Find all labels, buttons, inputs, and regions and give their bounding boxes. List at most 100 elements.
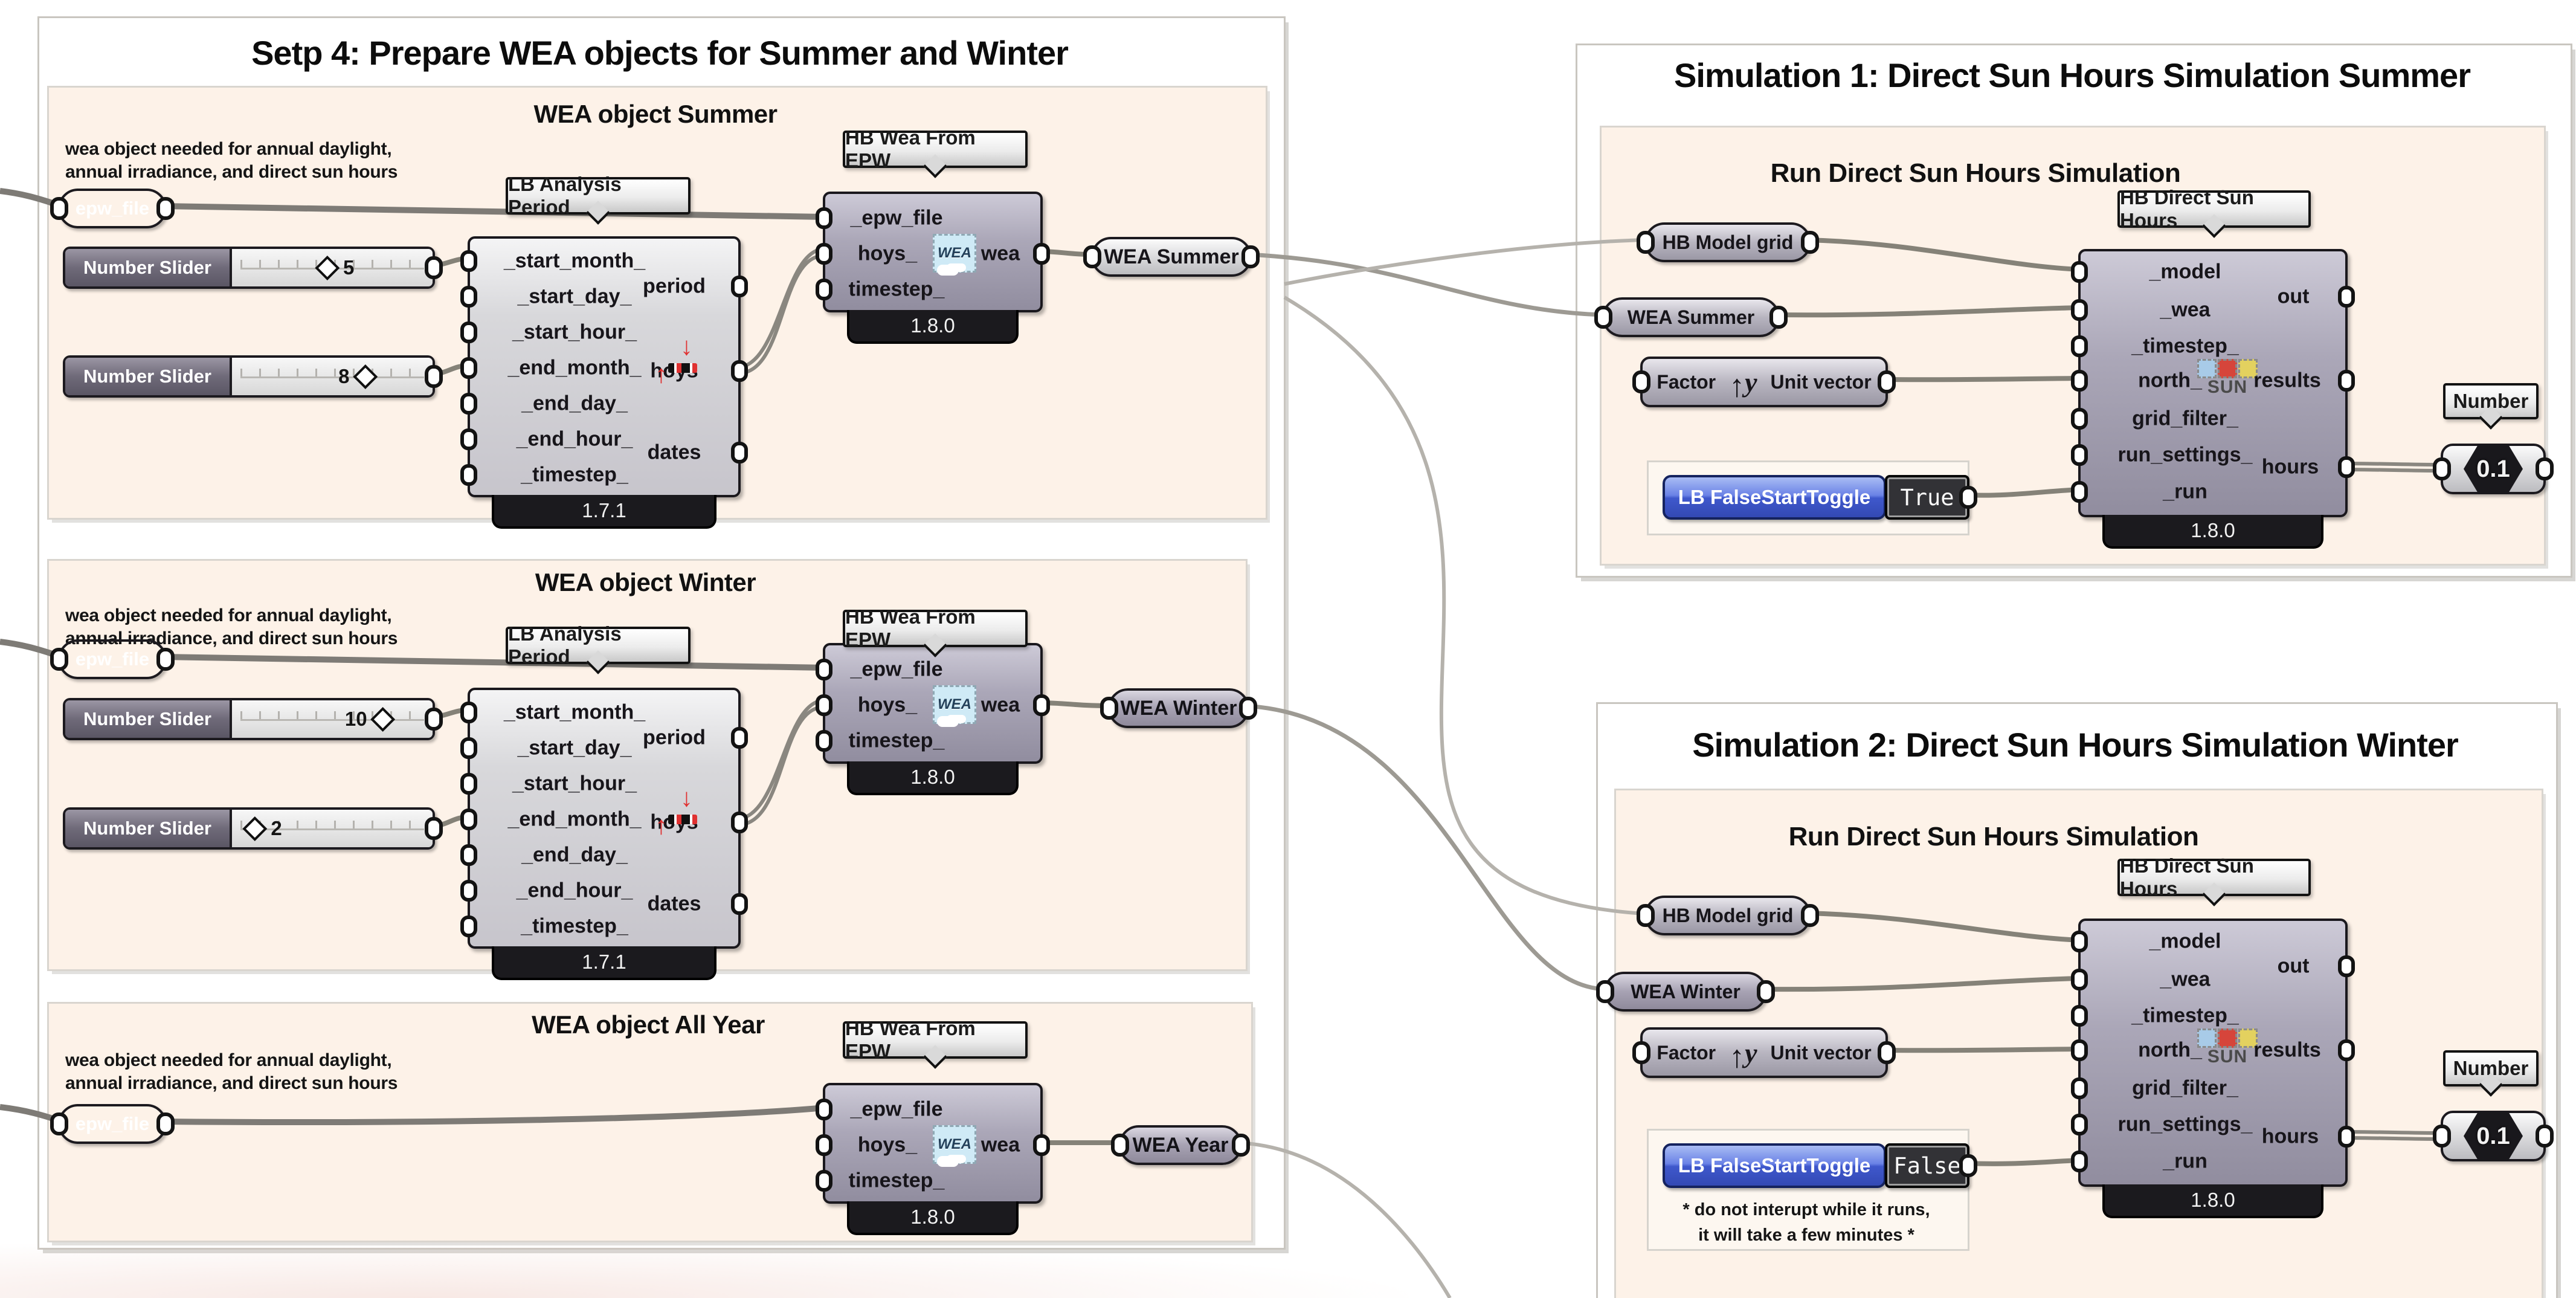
output-notch[interactable] [1959, 486, 1977, 509]
component-lb-analysis-period-summer[interactable]: _start_month_ _start_day_ _start_hour_ _… [460, 236, 748, 529]
slider-diamond[interactable] [314, 255, 340, 280]
port-end-hour[interactable] [460, 880, 477, 902]
toggle-falsestart-sim1[interactable]: LB FalseStartToggle [1663, 475, 1886, 520]
input-notch[interactable] [50, 197, 68, 220]
port-north[interactable] [2071, 1039, 2088, 1061]
slider-grip[interactable]: 2 [242, 816, 282, 841]
output-notch[interactable] [1878, 1041, 1896, 1064]
port-out[interactable] [2338, 286, 2355, 308]
port-results[interactable] [2338, 370, 2355, 392]
port-dates[interactable] [731, 893, 748, 915]
output-notch[interactable] [1959, 1154, 1977, 1177]
slider-track[interactable]: 2 [232, 810, 433, 847]
output-notch[interactable] [425, 817, 443, 840]
toggle-falsestart-sim2[interactable]: LB FalseStartToggle [1663, 1143, 1886, 1188]
param-epw-file-allyear[interactable]: epw_file [50, 1104, 175, 1144]
port-start-hour[interactable] [460, 773, 477, 795]
slider-summer-end-month[interactable]: Number Slider 8 [63, 355, 443, 398]
port-run-settings[interactable] [2071, 1114, 2088, 1135]
port-dates[interactable] [731, 442, 748, 463]
input-notch[interactable] [1637, 231, 1655, 254]
port-hoys[interactable] [816, 243, 832, 265]
param-wea-summer[interactable]: WEA Summer [1083, 237, 1260, 277]
component-hb-wea-from-epw-winter[interactable]: _epw_file hoys_ timestep_ WEA wea 1.8.0 [816, 643, 1050, 795]
port-timestep[interactable] [816, 1170, 832, 1192]
port-start-month[interactable] [460, 250, 477, 272]
port-hours[interactable] [2338, 456, 2355, 478]
input-notch[interactable] [1632, 370, 1650, 393]
output-notch[interactable] [1239, 697, 1257, 720]
output-notch[interactable] [1801, 904, 1819, 927]
slider-track[interactable]: 5 [232, 249, 433, 286]
port-end-day[interactable] [460, 844, 477, 866]
port-end-month[interactable] [460, 809, 477, 830]
slider-summer-start-month[interactable]: Number Slider 5 [63, 247, 443, 289]
component-unit-vector-sim2[interactable]: Factor ↑ y Unit vector [1632, 1027, 1896, 1078]
port-wea[interactable] [1033, 1134, 1050, 1156]
port-timestep[interactable] [460, 915, 477, 937]
param-hb-model-grid-sim1[interactable]: HB Model grid [1637, 222, 1819, 262]
port-timestep[interactable] [460, 464, 477, 486]
slider-grip[interactable]: 5 [314, 255, 354, 280]
slider-diamond[interactable] [370, 706, 396, 732]
port-run[interactable] [2071, 481, 2088, 503]
output-notch[interactable] [1769, 306, 1788, 329]
component-unit-vector-sim1[interactable]: Factor ↑ y Unit vector [1632, 357, 1896, 407]
param-wea-winter[interactable]: WEA Winter [1100, 688, 1257, 728]
param-epw-file-summer[interactable]: epw_file [50, 189, 175, 228]
port-grid-filter[interactable] [2071, 408, 2088, 430]
slider-winter-start-month[interactable]: Number Slider 10 [63, 698, 443, 740]
output-notch[interactable] [1757, 980, 1775, 1003]
port-grid-filter[interactable] [2071, 1077, 2088, 1099]
output-notch[interactable] [425, 256, 443, 279]
toggle-value-sim1[interactable]: True [1885, 475, 1977, 520]
input-notch[interactable] [1111, 1134, 1129, 1157]
port-epw-file[interactable] [816, 1099, 832, 1120]
port-model[interactable] [2071, 261, 2088, 283]
input-notch[interactable] [1632, 1041, 1650, 1064]
component-hb-direct-sun-hours-sim2[interactable]: _model _wea _timestep_ north_ grid_filte… [2071, 919, 2355, 1218]
param-wea-summer-sim1[interactable]: WEA Summer [1594, 297, 1788, 337]
toggle-value-sim2[interactable]: False [1885, 1143, 1977, 1188]
output-notch[interactable] [156, 197, 175, 220]
port-timestep[interactable] [2071, 1005, 2088, 1027]
output-notch[interactable] [425, 708, 443, 731]
port-north[interactable] [2071, 370, 2088, 392]
component-hb-wea-from-epw-summer[interactable]: _epw_file hoys_ timestep_ WEA wea 1.8.0 [816, 192, 1050, 344]
output-notch[interactable] [1801, 231, 1819, 254]
port-wea[interactable] [2071, 969, 2088, 990]
input-notch[interactable] [1083, 245, 1101, 268]
component-hb-direct-sun-hours-sim1[interactable]: _model _wea _timestep_ north_ grid_filte… [2071, 249, 2355, 549]
output-notch[interactable] [156, 1112, 175, 1135]
port-start-month[interactable] [460, 702, 477, 723]
port-wea[interactable] [2071, 299, 2088, 321]
port-results[interactable] [2338, 1039, 2355, 1061]
port-start-day[interactable] [460, 286, 477, 308]
slider-diamond[interactable] [242, 816, 268, 841]
output-notch[interactable] [2536, 457, 2554, 480]
output-notch[interactable] [1232, 1134, 1250, 1157]
port-timestep[interactable] [816, 730, 832, 752]
slider-winter-end-month[interactable]: Number Slider 2 [63, 807, 443, 850]
output-notch[interactable] [2536, 1125, 2554, 1148]
param-hb-model-grid-sim2[interactable]: HB Model grid [1637, 896, 1819, 935]
param-wea-year[interactable]: WEA Year [1111, 1125, 1250, 1165]
port-epw-file[interactable] [816, 659, 832, 680]
port-end-day[interactable] [460, 393, 477, 415]
input-notch[interactable] [2433, 457, 2451, 480]
port-timestep[interactable] [2071, 335, 2088, 357]
input-notch[interactable] [1100, 697, 1118, 720]
component-lb-analysis-period-winter[interactable]: _start_month_ _start_day_ _start_hour_ _… [460, 688, 748, 980]
param-number-sim2[interactable]: 0.1 [2433, 1111, 2554, 1161]
port-wea[interactable] [1033, 243, 1050, 265]
port-model[interactable] [2071, 931, 2088, 952]
output-notch[interactable] [425, 365, 443, 388]
port-out[interactable] [2338, 955, 2355, 977]
port-period[interactable] [731, 727, 748, 749]
input-notch[interactable] [2433, 1125, 2451, 1148]
port-wea[interactable] [1033, 694, 1050, 716]
port-hoys[interactable] [816, 1134, 832, 1156]
port-hoys[interactable] [731, 360, 748, 382]
param-epw-file-winter[interactable]: epw_file [50, 639, 175, 679]
port-end-month[interactable] [460, 357, 477, 379]
